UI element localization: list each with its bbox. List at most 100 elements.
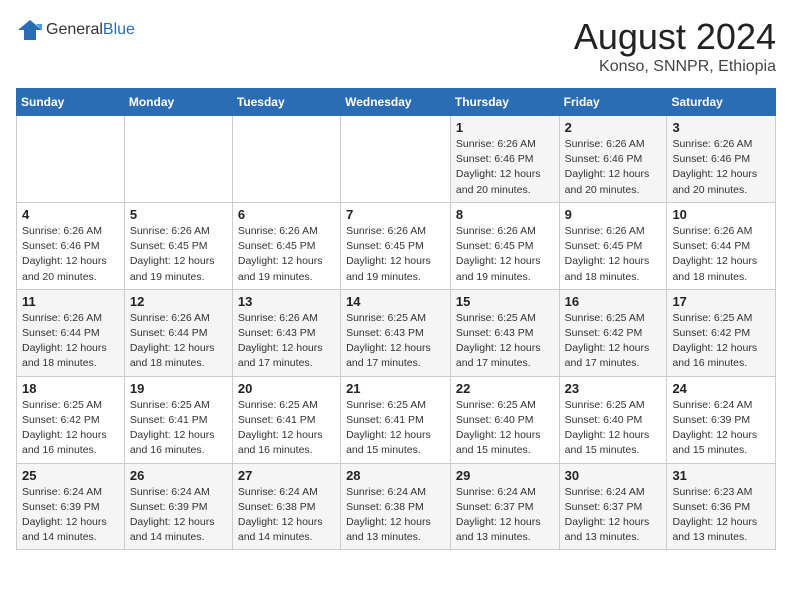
day-number: 18: [22, 381, 119, 396]
day-info: Sunrise: 6:24 AM Sunset: 6:37 PM Dayligh…: [456, 485, 554, 546]
day-info: Sunrise: 6:24 AM Sunset: 6:38 PM Dayligh…: [346, 485, 445, 546]
day-number: 26: [130, 468, 227, 483]
day-info: Sunrise: 6:25 AM Sunset: 6:42 PM Dayligh…: [672, 311, 770, 372]
day-cell: 11 Sunrise: 6:26 AM Sunset: 6:44 PM Dayli…: [17, 289, 125, 376]
day-number: 2: [565, 120, 662, 135]
title-block: August 2024 Konso, SNNPR, Ethiopia: [574, 16, 776, 76]
day-cell: 20Sunrise: 6:25 AM Sunset: 6:41 PM Dayli…: [232, 376, 340, 463]
day-info: Sunrise: 6:26 AM Sunset: 6:46 PM Dayligh…: [672, 137, 770, 198]
day-cell: [341, 116, 451, 203]
day-info: Sunrise: 6:26 AM Sunset: 6:43 PM Dayligh…: [238, 311, 335, 372]
day-cell: 22 Sunrise: 6:25 AM Sunset: 6:40 PM Dayli…: [450, 376, 559, 463]
day-info: Sunrise: 6:26 AM Sunset: 6:45 PM Dayligh…: [130, 224, 227, 285]
day-cell: 4 Sunrise: 6:26 AM Sunset: 6:46 PM Daylig…: [17, 202, 125, 289]
day-number: 17: [672, 294, 770, 309]
day-info: Sunrise: 6:26 AM Sunset: 6:46 PM Dayligh…: [456, 137, 554, 198]
day-info: Sunrise: 6:25 AM Sunset: 6:41 PM Dayligh…: [238, 398, 335, 459]
page-header: GeneralBlue August 2024 Konso, SNNPR, Et…: [16, 16, 776, 76]
day-info: Sunrise: 6:26 AM Sunset: 6:45 PM Dayligh…: [346, 224, 445, 285]
week-row-1: 1 Sunrise: 6:26 AM Sunset: 6:46 PM Daylig…: [17, 116, 776, 203]
day-cell: [124, 116, 232, 203]
day-cell: 9 Sunrise: 6:26 AM Sunset: 6:45 PM Daylig…: [559, 202, 667, 289]
day-cell: 8Sunrise: 6:26 AM Sunset: 6:45 PM Daylig…: [450, 202, 559, 289]
month-title: August 2024: [574, 16, 776, 58]
day-cell: 7Sunrise: 6:26 AM Sunset: 6:45 PM Daylig…: [341, 202, 451, 289]
day-info: Sunrise: 6:24 AM Sunset: 6:38 PM Dayligh…: [238, 485, 335, 546]
day-number: 5: [130, 207, 227, 222]
day-info: Sunrise: 6:26 AM Sunset: 6:44 PM Dayligh…: [22, 311, 119, 372]
day-cell: 27 Sunrise: 6:24 AM Sunset: 6:38 PM Dayli…: [232, 463, 340, 550]
day-cell: 24Sunrise: 6:24 AM Sunset: 6:39 PM Dayli…: [667, 376, 776, 463]
day-number: 28: [346, 468, 445, 483]
calendar-body: 1 Sunrise: 6:26 AM Sunset: 6:46 PM Daylig…: [17, 116, 776, 550]
day-info: Sunrise: 6:26 AM Sunset: 6:46 PM Dayligh…: [22, 224, 119, 285]
day-info: Sunrise: 6:24 AM Sunset: 6:39 PM Dayligh…: [130, 485, 227, 546]
day-number: 8: [456, 207, 554, 222]
week-row-3: 11 Sunrise: 6:26 AM Sunset: 6:44 PM Dayli…: [17, 289, 776, 376]
day-cell: 13 Sunrise: 6:26 AM Sunset: 6:43 PM Dayli…: [232, 289, 340, 376]
day-header-wednesday: Wednesday: [341, 89, 451, 116]
day-number: 14: [346, 294, 445, 309]
calendar-header: SundayMondayTuesdayWednesdayThursdayFrid…: [17, 89, 776, 116]
day-cell: 25Sunrise: 6:24 AM Sunset: 6:39 PM Dayli…: [17, 463, 125, 550]
day-header-thursday: Thursday: [450, 89, 559, 116]
day-info: Sunrise: 6:25 AM Sunset: 6:41 PM Dayligh…: [346, 398, 445, 459]
logo-icon: [16, 16, 44, 44]
day-header-saturday: Saturday: [667, 89, 776, 116]
day-number: 29: [456, 468, 554, 483]
day-info: Sunrise: 6:25 AM Sunset: 6:42 PM Dayligh…: [565, 311, 662, 372]
day-number: 12: [130, 294, 227, 309]
week-row-2: 4 Sunrise: 6:26 AM Sunset: 6:46 PM Daylig…: [17, 202, 776, 289]
day-header-sunday: Sunday: [17, 89, 125, 116]
calendar-table: SundayMondayTuesdayWednesdayThursdayFrid…: [16, 88, 776, 550]
day-info: Sunrise: 6:25 AM Sunset: 6:40 PM Dayligh…: [565, 398, 662, 459]
logo-blue-text: Blue: [103, 21, 135, 38]
day-cell: 30Sunrise: 6:24 AM Sunset: 6:37 PM Dayli…: [559, 463, 667, 550]
day-info: Sunrise: 6:24 AM Sunset: 6:37 PM Dayligh…: [565, 485, 662, 546]
day-header-friday: Friday: [559, 89, 667, 116]
day-cell: 10 Sunrise: 6:26 AM Sunset: 6:44 PM Dayli…: [667, 202, 776, 289]
day-cell: 5 Sunrise: 6:26 AM Sunset: 6:45 PM Daylig…: [124, 202, 232, 289]
day-cell: 15 Sunrise: 6:25 AM Sunset: 6:43 PM Dayli…: [450, 289, 559, 376]
day-cell: 16 Sunrise: 6:25 AM Sunset: 6:42 PM Dayli…: [559, 289, 667, 376]
day-header-monday: Monday: [124, 89, 232, 116]
day-cell: 17 Sunrise: 6:25 AM Sunset: 6:42 PM Dayli…: [667, 289, 776, 376]
days-row: SundayMondayTuesdayWednesdayThursdayFrid…: [17, 89, 776, 116]
day-info: Sunrise: 6:26 AM Sunset: 6:44 PM Dayligh…: [130, 311, 227, 372]
day-cell: 2 Sunrise: 6:26 AM Sunset: 6:46 PM Daylig…: [559, 116, 667, 203]
day-cell: [17, 116, 125, 203]
day-number: 1: [456, 120, 554, 135]
day-number: 21: [346, 381, 445, 396]
day-info: Sunrise: 6:25 AM Sunset: 6:41 PM Dayligh…: [130, 398, 227, 459]
day-number: 25: [22, 468, 119, 483]
day-number: 6: [238, 207, 335, 222]
day-info: Sunrise: 6:25 AM Sunset: 6:43 PM Dayligh…: [346, 311, 445, 372]
day-info: Sunrise: 6:26 AM Sunset: 6:45 PM Dayligh…: [565, 224, 662, 285]
day-info: Sunrise: 6:26 AM Sunset: 6:44 PM Dayligh…: [672, 224, 770, 285]
location: Konso, SNNPR, Ethiopia: [574, 58, 776, 76]
day-info: Sunrise: 6:23 AM Sunset: 6:36 PM Dayligh…: [672, 485, 770, 546]
day-info: Sunrise: 6:24 AM Sunset: 6:39 PM Dayligh…: [672, 398, 770, 459]
day-number: 4: [22, 207, 119, 222]
day-number: 11: [22, 294, 119, 309]
day-number: 10: [672, 207, 770, 222]
day-cell: 12 Sunrise: 6:26 AM Sunset: 6:44 PM Dayli…: [124, 289, 232, 376]
day-number: 31: [672, 468, 770, 483]
day-number: 16: [565, 294, 662, 309]
day-cell: 29 Sunrise: 6:24 AM Sunset: 6:37 PM Dayli…: [450, 463, 559, 550]
logo: GeneralBlue: [16, 16, 135, 44]
day-number: 13: [238, 294, 335, 309]
day-number: 22: [456, 381, 554, 396]
day-cell: 18 Sunrise: 6:25 AM Sunset: 6:42 PM Dayli…: [17, 376, 125, 463]
day-cell: 28 Sunrise: 6:24 AM Sunset: 6:38 PM Dayli…: [341, 463, 451, 550]
day-cell: 14 Sunrise: 6:25 AM Sunset: 6:43 PM Dayli…: [341, 289, 451, 376]
day-info: Sunrise: 6:25 AM Sunset: 6:43 PM Dayligh…: [456, 311, 554, 372]
day-info: Sunrise: 6:26 AM Sunset: 6:46 PM Dayligh…: [565, 137, 662, 198]
day-info: Sunrise: 6:25 AM Sunset: 6:40 PM Dayligh…: [456, 398, 554, 459]
day-number: 9: [565, 207, 662, 222]
day-number: 15: [456, 294, 554, 309]
day-info: Sunrise: 6:25 AM Sunset: 6:42 PM Dayligh…: [22, 398, 119, 459]
day-cell: 1 Sunrise: 6:26 AM Sunset: 6:46 PM Daylig…: [450, 116, 559, 203]
day-cell: 26 Sunrise: 6:24 AM Sunset: 6:39 PM Dayli…: [124, 463, 232, 550]
day-number: 27: [238, 468, 335, 483]
